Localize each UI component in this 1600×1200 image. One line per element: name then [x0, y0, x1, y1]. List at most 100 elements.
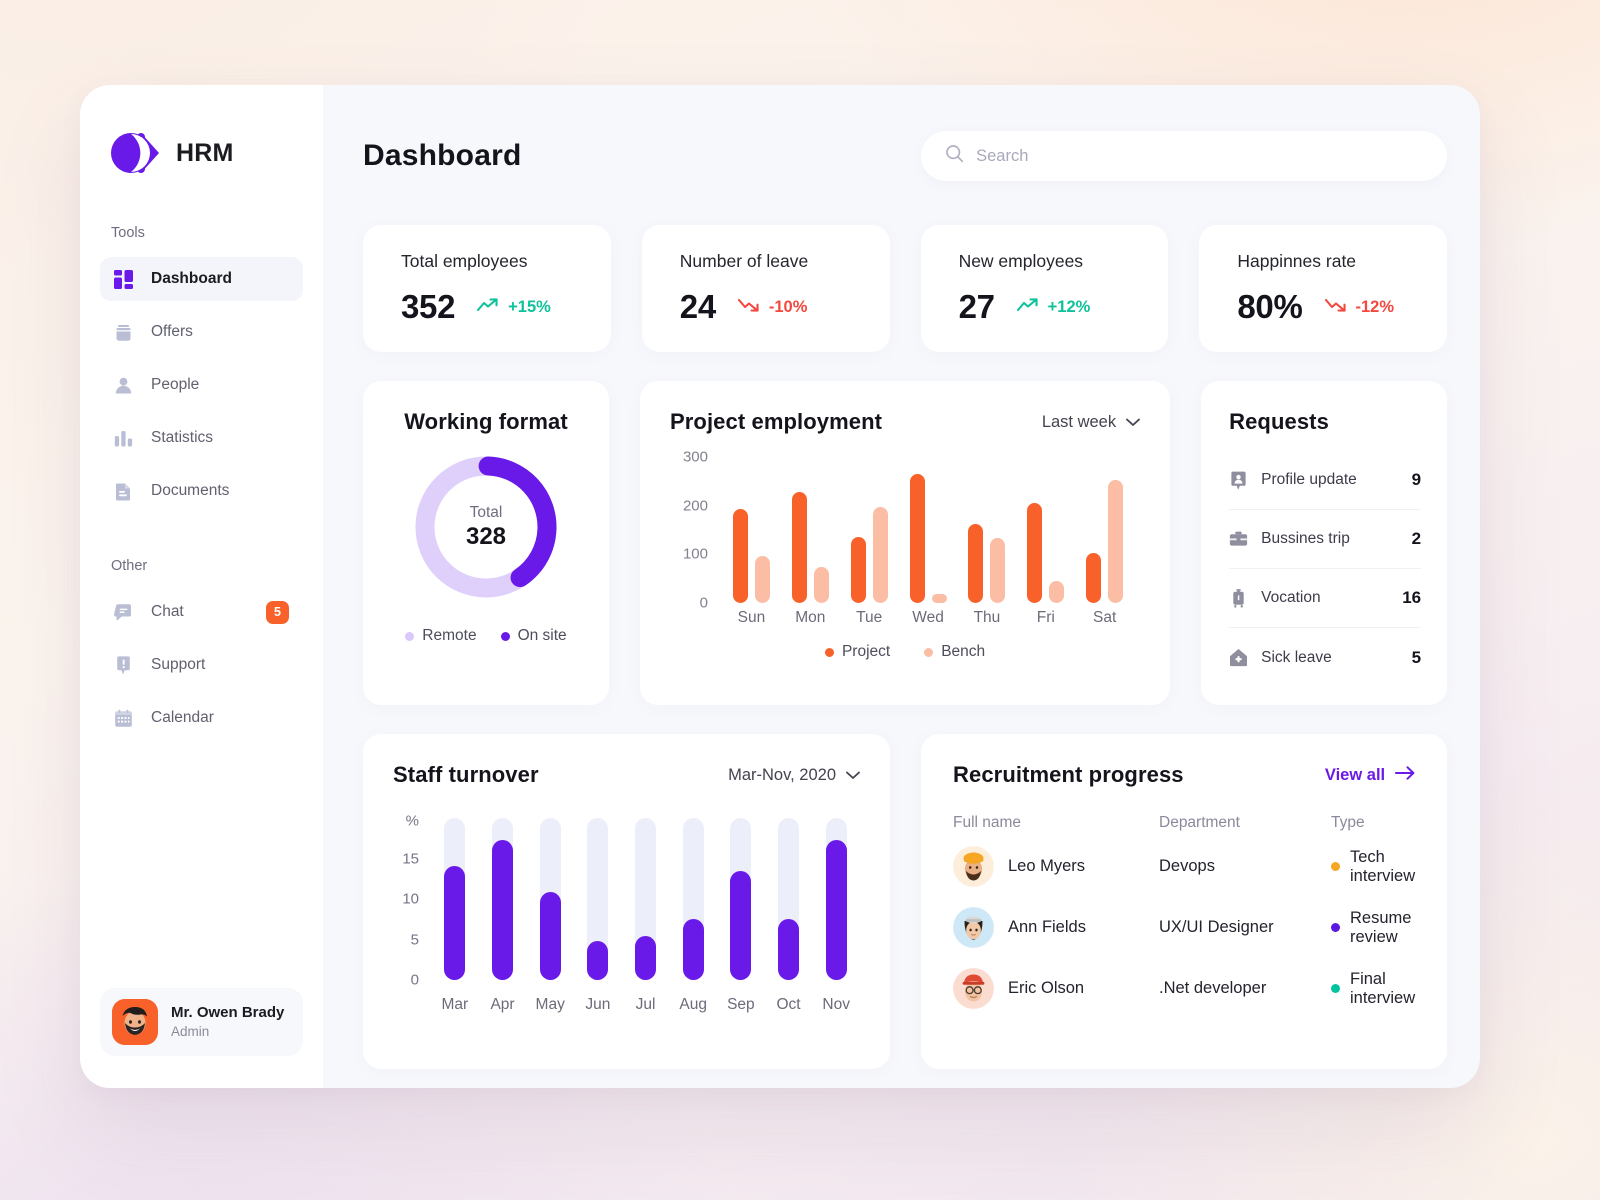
legend-label: Bench — [941, 643, 986, 660]
bar-bench — [813, 567, 829, 603]
request-item-bussines-trip[interactable]: Bussines trip 2 — [1229, 510, 1422, 569]
leo-myers-avatar — [953, 846, 994, 887]
legend-dot-bench — [924, 647, 934, 657]
sidebar-item-label: Offers — [151, 323, 193, 340]
table-row[interactable]: Ann Fields UX/UI Designer Resume review — [953, 897, 1415, 958]
cell-full-name: Leo Myers — [953, 846, 1159, 887]
table-row[interactable]: Leo Myers Devops Tech interview — [953, 836, 1415, 897]
stat-delta-text: +15% — [508, 297, 551, 316]
search-icon — [945, 144, 964, 168]
bar-bench — [1108, 479, 1124, 603]
search-bar[interactable] — [921, 131, 1448, 181]
bar-track — [492, 818, 513, 980]
eric-olson-avatar — [953, 968, 994, 1009]
bar-group — [717, 818, 765, 980]
request-item-profile-update[interactable]: Profile update 9 — [1229, 451, 1422, 510]
profile-badge-icon — [1229, 471, 1248, 490]
sidebar-item-offers[interactable]: Offers — [100, 310, 303, 354]
x-axis: Sun Mon Tue Wed Thu Fri Sat — [722, 609, 1134, 627]
stat-title: New employees — [958, 251, 1084, 271]
search-input[interactable] — [976, 146, 1424, 166]
bar-track — [778, 818, 800, 980]
bar-group — [958, 457, 1017, 603]
stat-delta: +15% — [477, 298, 551, 317]
sidebar-item-support[interactable]: Support — [100, 643, 303, 687]
bar-fill — [825, 839, 847, 980]
request-count: 2 — [1411, 529, 1422, 548]
x-tick: May — [535, 996, 565, 1013]
chevron-down-icon — [1126, 413, 1141, 432]
bar-fill — [539, 892, 561, 980]
bar-group — [479, 818, 527, 980]
chevron-down-icon — [846, 766, 860, 785]
bar-track — [682, 818, 704, 980]
staff-turnover-range-dropdown[interactable]: Mar-Nov, 2020 — [728, 766, 860, 785]
x-tick: Sun — [737, 609, 766, 626]
request-count: 5 — [1411, 647, 1422, 667]
project-employment-chart: 300 200 100 0 Sun Mon Tue Wed Thu Fri Sat — [670, 449, 1140, 635]
middle-row: Working format Total 328 Remote On site … — [363, 381, 1448, 705]
requests-card: Requests Profile update 9 Bussines trip … — [1201, 381, 1448, 705]
staff-turnover-card: Staff turnover Mar-Nov, 2020 % 15 10 5 0… — [363, 734, 890, 1069]
bar-group — [431, 818, 479, 980]
request-item-vocation[interactable]: Vocation 16 — [1229, 569, 1422, 628]
sidebar-item-people[interactable]: People — [100, 363, 303, 407]
stat-delta-text: +12% — [1047, 297, 1091, 316]
x-tick: Jul — [635, 996, 656, 1013]
people-person-icon — [114, 376, 133, 395]
project-range-dropdown[interactable]: Last week — [1042, 413, 1141, 432]
sidebar-item-statistics[interactable]: Statistics — [100, 416, 303, 460]
bar-group — [765, 818, 813, 980]
legend-label: On site — [517, 627, 567, 644]
y-tick: 0 — [699, 594, 708, 612]
stat-value: 80% — [1237, 288, 1303, 325]
nav-list-tools: Dashboard Offers People Statistics Docum… — [80, 257, 323, 522]
support-alert-icon — [114, 655, 133, 675]
card-title: Staff turnover — [393, 762, 539, 787]
cell-full-name: Eric Olson — [953, 968, 1159, 1009]
sidebar-item-calendar[interactable]: Calendar — [100, 696, 303, 740]
stat-delta: -12% — [1324, 298, 1394, 317]
donut-center-label: Total 328 — [412, 453, 560, 601]
request-label: Sick leave — [1261, 648, 1332, 666]
bar-fill — [730, 870, 752, 980]
request-count: 9 — [1411, 470, 1422, 489]
nav-group-label-other: Other — [111, 558, 148, 574]
bar-group — [669, 818, 717, 980]
bar-track — [539, 818, 561, 980]
cell-text: Tech interview — [1350, 847, 1416, 885]
bar-track — [444, 818, 466, 980]
user-profile-card[interactable]: Mr. Owen Brady Admin — [100, 988, 303, 1056]
stat-row: 80% -12% — [1237, 288, 1447, 326]
bar-bench — [931, 594, 947, 603]
bar-project — [1027, 503, 1043, 603]
y-tick: 5 — [410, 931, 419, 948]
view-all-button[interactable]: View all — [1325, 766, 1415, 785]
cell-full-name: Ann Fields — [953, 907, 1159, 948]
sidebar-item-label: Calendar — [151, 709, 214, 726]
sidebar-item-documents[interactable]: Documents — [100, 469, 303, 513]
project-employment-card: Project employment Last week 300 200 100… — [640, 381, 1171, 705]
main-content: Dashboard Total employees 352 — [323, 85, 1480, 1088]
bar-group — [781, 457, 840, 603]
app-window: HRM Tools Dashboard Offers People Statis… — [80, 85, 1480, 1088]
cell-text: Ann Fields — [1008, 918, 1086, 936]
sidebar-item-dashboard[interactable]: Dashboard — [100, 257, 303, 301]
chat-bubble-icon — [114, 603, 133, 622]
y-tick: 200 — [682, 497, 708, 515]
legend-label: Remote — [422, 627, 477, 644]
card-title: Working format — [404, 409, 568, 434]
y-tick: 100 — [682, 545, 708, 563]
status-badge — [1331, 862, 1340, 871]
card-header: Staff turnover Mar-Nov, 2020 — [393, 762, 860, 788]
chat-unread-badge: 5 — [266, 600, 289, 624]
working-format-legend: Remote On site — [405, 627, 567, 645]
table-row[interactable]: Eric Olson .Net developer Final intervie… — [953, 958, 1415, 1019]
bar-group — [899, 457, 958, 603]
bar-bench — [990, 538, 1006, 603]
cell-department: .Net developer — [1159, 979, 1267, 997]
y-tick: 15 — [402, 850, 419, 867]
legend-item-remote: Remote — [405, 627, 477, 645]
request-item-sick-leave[interactable]: Sick leave 5 — [1229, 628, 1421, 687]
sidebar-item-chat[interactable]: Chat 5 — [100, 590, 303, 634]
